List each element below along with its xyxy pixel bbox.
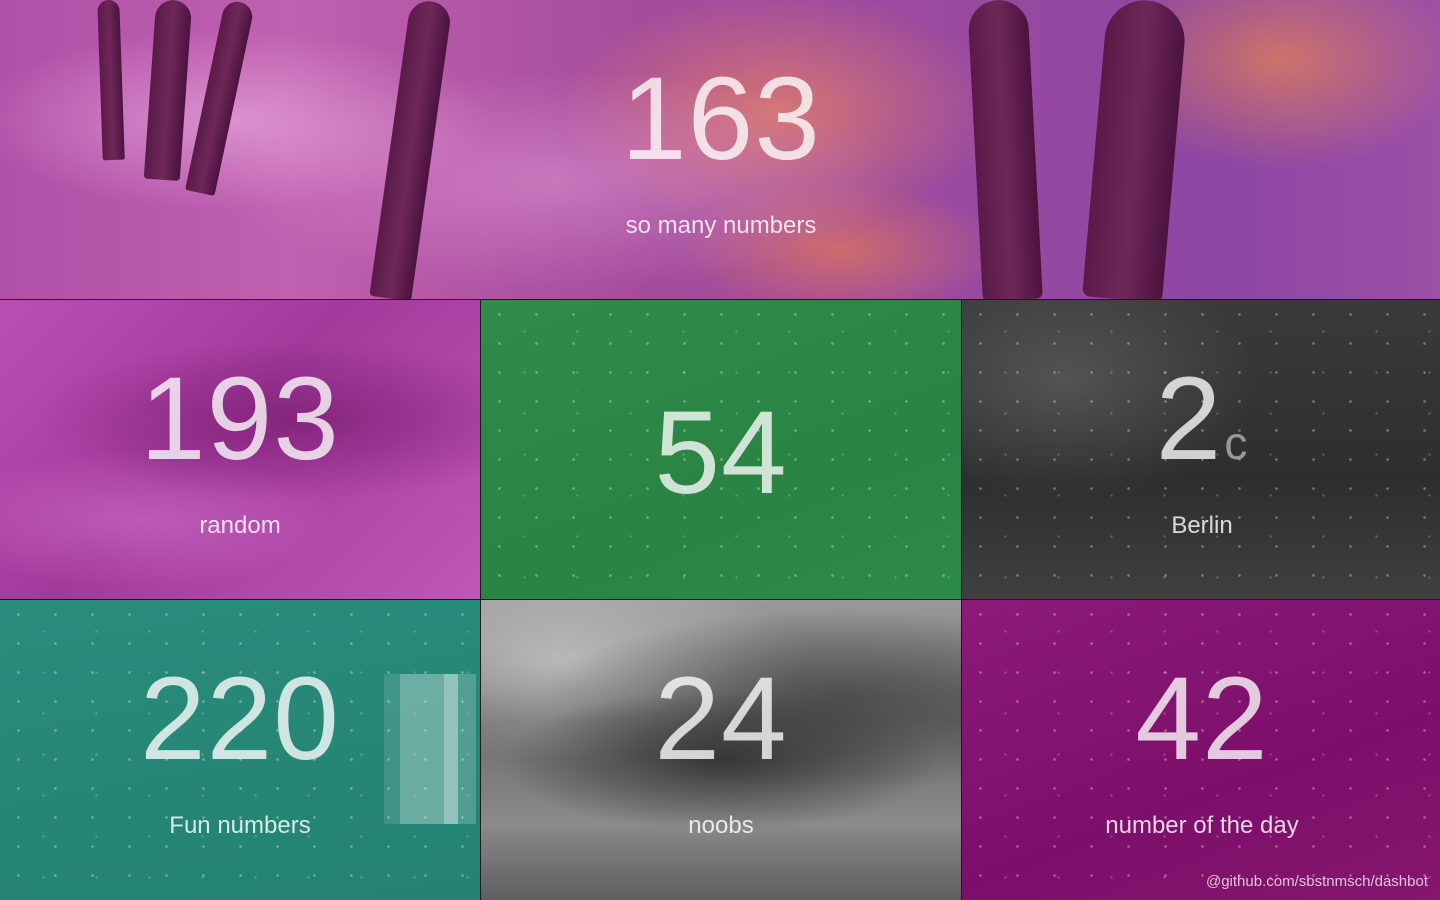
- tile-so-many-numbers[interactable]: 163 so many numbers: [0, 0, 1440, 299]
- tile-label: random: [199, 511, 281, 539]
- tile-value: 163: [621, 52, 821, 185]
- temperature-unit: c: [1224, 416, 1249, 469]
- tile-fun-numbers[interactable]: 220 Fun numbers: [0, 600, 480, 900]
- tile-noobs[interactable]: 24 noobs: [481, 600, 961, 900]
- tile-value: 193: [140, 352, 340, 485]
- github-link[interactable]: @github.com/sbstnmsch/dashbot: [1206, 873, 1428, 890]
- tile-label: so many numbers: [625, 211, 817, 239]
- tile-number-of-the-day[interactable]: 42 number of the day: [962, 600, 1440, 900]
- tile-54[interactable]: 54: [481, 300, 961, 599]
- tile-value: 220: [140, 653, 340, 785]
- tile-berlin[interactable]: 2c Berlin: [962, 300, 1440, 599]
- tile-label: noobs: [688, 812, 754, 839]
- sparkline-bars: [384, 674, 476, 824]
- dashboard-grid: 163 so many numbers 193 random 54 2c Ber…: [0, 0, 1440, 900]
- tile-random[interactable]: 193 random: [0, 300, 480, 599]
- tile-value: 2c: [1155, 352, 1249, 485]
- tile-label: Berlin: [1171, 511, 1233, 539]
- spark-bar: [444, 674, 458, 824]
- spark-bar: [458, 674, 476, 824]
- tile-value: 24: [654, 653, 788, 785]
- tile-value: 42: [1135, 653, 1269, 785]
- tile-label: Fun numbers: [169, 812, 311, 839]
- spark-bar: [384, 674, 400, 824]
- tile-value: 54: [654, 386, 788, 519]
- tile-label: number of the day: [1105, 812, 1299, 839]
- spark-bar: [400, 674, 444, 824]
